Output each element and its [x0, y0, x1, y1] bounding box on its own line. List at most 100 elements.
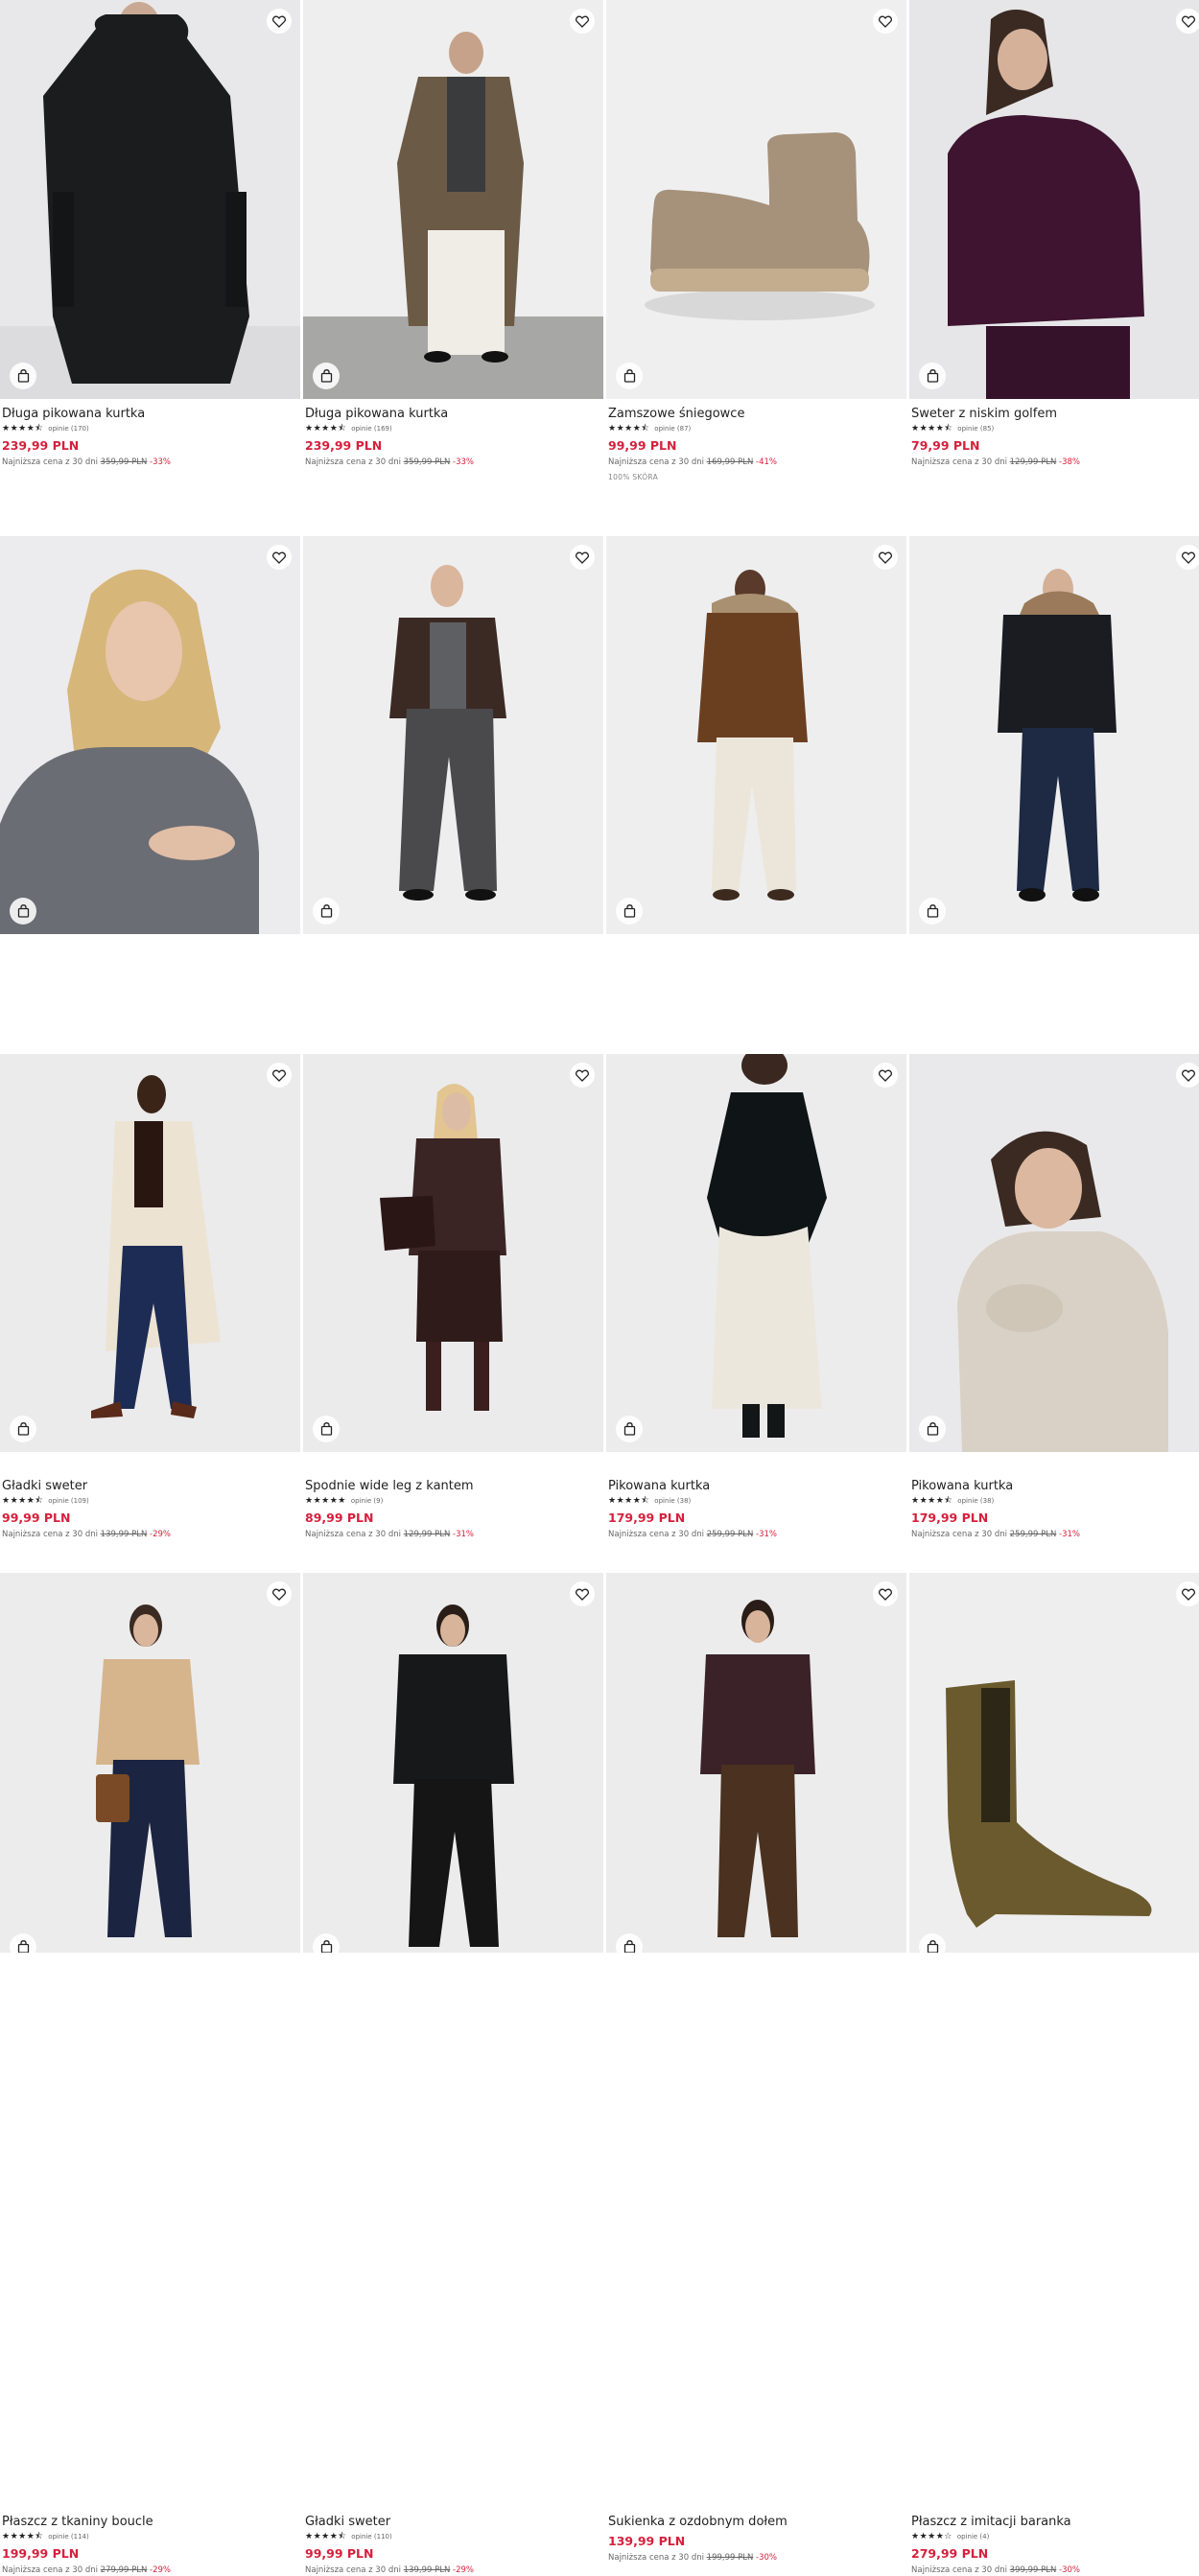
old-price: 129,99 PLN [1009, 457, 1057, 467]
add-to-cart-button[interactable] [313, 1416, 340, 1442]
review-count[interactable]: opinie (87) [654, 424, 691, 434]
add-to-cart-button[interactable] [919, 363, 946, 389]
product-name[interactable]: Pikowana kurtka [608, 1479, 906, 1494]
add-to-cart-button[interactable] [919, 898, 946, 925]
shopping-bag-icon [320, 369, 333, 383]
review-count[interactable]: opinie (114) [48, 2532, 88, 2542]
add-to-cart-button[interactable] [616, 1933, 643, 1953]
lowest-price-label: Najniższa cena z 30 dni [2, 1530, 98, 1539]
product-image[interactable] [303, 1573, 603, 1953]
old-price: 169,99 PLN [706, 457, 754, 467]
product-name[interactable]: Długa pikowana kurtka [2, 407, 300, 422]
product-name[interactable]: Sukienka z ozdobnym dołem [608, 2515, 906, 2530]
product-image[interactable] [909, 536, 1199, 934]
add-to-favorites-button[interactable] [1176, 1581, 1199, 1606]
product-image[interactable] [0, 0, 300, 399]
review-count[interactable]: opinie (170) [48, 424, 88, 434]
lowest-price-label: Najniższa cena z 30 dni [305, 1530, 401, 1539]
product-name[interactable]: Płaszcz z tkaniny boucle [2, 2515, 300, 2530]
product-image[interactable] [606, 536, 906, 934]
product-name[interactable]: Gładki sweter [2, 1479, 300, 1494]
product-name[interactable]: Gładki sweter [305, 2515, 603, 2530]
review-count[interactable]: opinie (169) [351, 424, 391, 434]
add-to-favorites-button[interactable] [1176, 545, 1199, 570]
product-image[interactable] [606, 0, 906, 399]
product-image[interactable] [303, 0, 603, 399]
star-rating-icon: ★★★★⯪ [2, 424, 44, 433]
product-image[interactable] [303, 1054, 603, 1452]
product-image[interactable] [0, 1054, 300, 1452]
review-count[interactable]: opinie (38) [654, 1496, 691, 1507]
product-price: 139,99 PLN [608, 2534, 686, 2548]
add-to-cart-button[interactable] [313, 1933, 340, 1953]
add-to-favorites-button[interactable] [1176, 1063, 1199, 1088]
discount-badge: -31% [756, 1530, 778, 1539]
add-to-cart-button[interactable] [616, 363, 643, 389]
product-name[interactable]: Płaszcz z imitacji baranka [911, 2515, 1199, 2530]
product-name[interactable]: Pikowana kurtka [911, 1479, 1199, 1494]
add-to-favorites-button[interactable] [873, 545, 898, 570]
product-image[interactable] [606, 1573, 906, 1953]
discount-badge: -30% [1059, 2565, 1081, 2575]
heart-icon [272, 1069, 286, 1082]
add-to-favorites-button[interactable] [873, 1063, 898, 1088]
add-to-favorites-button[interactable] [267, 545, 292, 570]
add-to-cart-button[interactable] [10, 898, 36, 925]
product-info: Gładki sweter ★★★★⯪ opinie (109) 99,99 PL… [2, 1479, 300, 1540]
add-to-favorites-button[interactable] [267, 1581, 292, 1606]
product-image[interactable] [909, 1573, 1199, 1953]
product-price: 99,99 PLN [305, 2546, 374, 2561]
product-image[interactable] [909, 1054, 1199, 1452]
discount-badge: -31% [453, 1530, 475, 1539]
add-to-favorites-button[interactable] [873, 9, 898, 34]
add-to-favorites-button[interactable] [267, 9, 292, 34]
add-to-cart-button[interactable] [616, 898, 643, 925]
old-price: 359,99 PLN [403, 457, 451, 467]
product-name[interactable]: Długa pikowana kurtka [305, 407, 603, 422]
star-rating-icon: ★★★★⯪ [608, 424, 650, 433]
add-to-cart-button[interactable] [616, 1416, 643, 1442]
add-to-cart-button[interactable] [919, 1933, 946, 1953]
product-name[interactable]: Spodnie wide leg z kantem [305, 1479, 603, 1494]
shopping-bag-icon [927, 1422, 939, 1436]
add-to-favorites-button[interactable] [1176, 9, 1199, 34]
review-count[interactable]: opinie (38) [957, 1496, 994, 1507]
product-price: 79,99 PLN [911, 438, 980, 453]
product-price: 179,99 PLN [911, 1510, 989, 1525]
review-count[interactable]: opinie (110) [351, 2532, 391, 2542]
product-image[interactable] [909, 0, 1199, 399]
add-to-favorites-button[interactable] [570, 545, 595, 570]
add-to-favorites-button[interactable] [570, 1063, 595, 1088]
review-count[interactable]: opinie (109) [48, 1496, 88, 1507]
add-to-cart-button[interactable] [10, 363, 36, 389]
product-price: 279,99 PLN [911, 2546, 989, 2561]
add-to-favorites-button[interactable] [570, 9, 595, 34]
product-grid: Długa pikowana kurtka ★★★★⯪ opinie (170) … [0, 0, 1199, 2575]
review-count[interactable]: opinie (85) [957, 424, 994, 434]
heart-icon [576, 1588, 589, 1601]
add-to-cart-button[interactable] [313, 898, 340, 925]
lowest-price-label: Najniższa cena z 30 dni [2, 2565, 98, 2575]
review-count[interactable]: opinie (4) [957, 2532, 990, 2542]
lowest-price-info: Najniższa cena z 30 dni 359,99 PLN -33% [305, 457, 603, 468]
lowest-price-info: Najniższa cena z 30 dni 139,99 PLN -29% [2, 1529, 300, 1540]
product-name[interactable]: Sweter z niskim golfem [911, 407, 1199, 422]
product-name[interactable]: Zamszowe śniegowce [608, 407, 906, 422]
product-image[interactable] [0, 536, 300, 934]
review-count[interactable]: opinie (9) [351, 1496, 384, 1507]
product-image[interactable] [606, 1054, 906, 1452]
add-to-cart-button[interactable] [10, 1416, 36, 1442]
product-image[interactable] [0, 1573, 300, 1953]
discount-badge: -38% [1059, 457, 1081, 467]
add-to-cart-button[interactable] [10, 1933, 36, 1953]
product-info: Gładki sweter ★★★★⯪ opinie (110) 99,99 PL… [305, 2515, 603, 2576]
product-info: Spodnie wide leg z kantem ★★★★★ opinie (9… [305, 1479, 603, 1540]
add-to-cart-button[interactable] [313, 363, 340, 389]
add-to-favorites-button[interactable] [873, 1581, 898, 1606]
add-to-favorites-button[interactable] [570, 1581, 595, 1606]
product-image[interactable] [303, 536, 603, 934]
heart-icon [272, 15, 286, 28]
add-to-cart-button[interactable] [919, 1416, 946, 1442]
discount-badge: -29% [453, 2565, 475, 2575]
add-to-favorites-button[interactable] [267, 1063, 292, 1088]
